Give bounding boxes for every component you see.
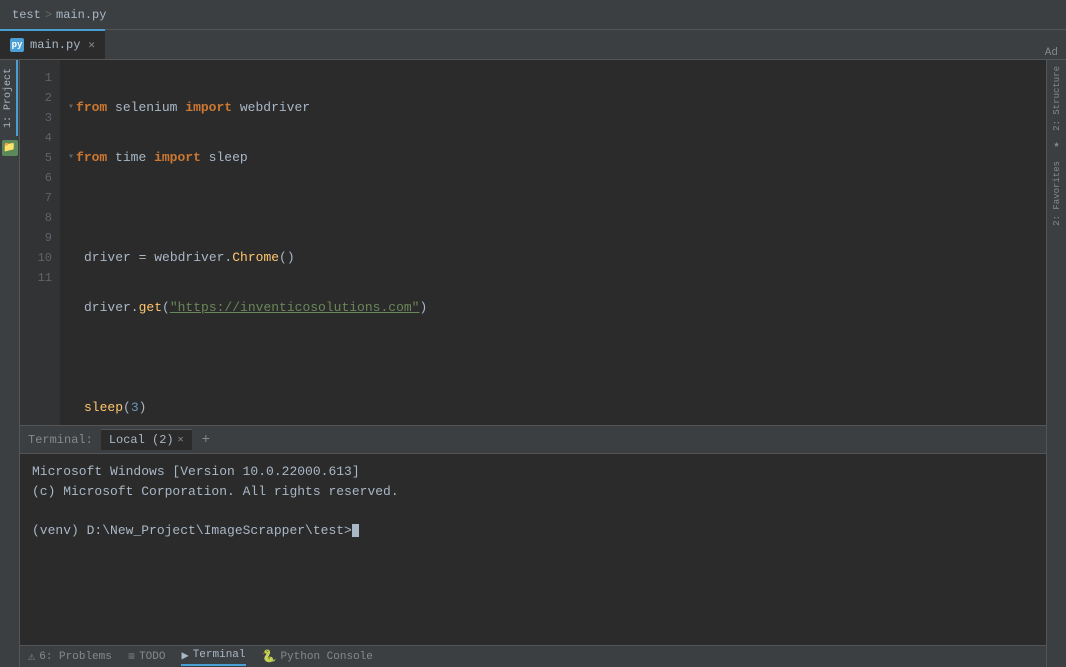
python-console-label: Python Console (280, 651, 372, 663)
code-editor[interactable]: 1 2 3 4 5 6 7 8 9 10 11 ▾from selenium i… (20, 60, 1046, 425)
terminal-cursor (352, 524, 359, 537)
code-line-7: sleep(3) (68, 398, 1046, 418)
status-bar: ⚠ 6: Problems ≡ TODO ▶ Terminal 🐍 Python… (20, 645, 1046, 667)
terminal-content[interactable]: Microsoft Windows [Version 10.0.22000.61… (20, 454, 1046, 645)
terminal-line-3 (32, 501, 1034, 521)
sidebar-item-project[interactable]: 1: Project (1, 60, 18, 136)
sidebar-left: 1: Project 📁 (0, 60, 20, 667)
problems-icon: ⚠ (28, 649, 35, 664)
file-tab-label: main.py (30, 38, 80, 52)
file-tab-main-py[interactable]: py main.py ✕ (0, 29, 105, 59)
python-console-tab[interactable]: 🐍 Python Console (262, 649, 373, 664)
breadcrumb-file: main.py (56, 8, 106, 22)
terminal-status-tab[interactable]: ▶ Terminal (181, 648, 245, 666)
sidebar-right: 2: Structure ★ 2: Favorites (1046, 60, 1066, 667)
terminal-tab-local[interactable]: Local (2) ✕ (101, 429, 192, 450)
terminal-line-2: (c) Microsoft Corporation. All rights re… (32, 482, 1034, 502)
code-line-2: ▾from time import sleep (68, 148, 1046, 168)
todo-tab[interactable]: ≡ TODO (128, 650, 166, 664)
problems-label: 6: Problems (39, 651, 112, 663)
terminal-tab-bar: Terminal: Local (2) ✕ + (20, 426, 1046, 454)
terminal-status-label: Terminal (193, 649, 246, 661)
terminal-prompt-text: (venv) D:\New_Project\ImageScrapper\test… (32, 523, 352, 538)
star-icon[interactable]: ★ (1050, 139, 1064, 153)
terminal-line-1: Microsoft Windows [Version 10.0.22000.61… (32, 462, 1034, 482)
code-line-4: driver = webdriver.Chrome() (68, 248, 1046, 268)
fold-icon-2[interactable]: ▾ (68, 148, 74, 168)
terminal-label: Terminal: (28, 433, 93, 447)
file-tab-bar: py main.py ✕ Ad (0, 30, 1066, 60)
breadcrumb: test > main.py (4, 8, 114, 22)
todo-icon: ≡ (128, 650, 135, 664)
tab-bar: test > main.py (0, 0, 1066, 30)
editor-container: 1 2 3 4 5 6 7 8 9 10 11 ▾from selenium i… (20, 60, 1046, 667)
terminal-prompt-line: (venv) D:\New_Project\ImageScrapper\test… (32, 521, 1034, 541)
close-tab-button[interactable]: ✕ (88, 38, 95, 52)
terminal-section: Terminal: Local (2) ✕ + Microsoft Window… (20, 425, 1046, 645)
main-area: 1: Project 📁 1 2 3 4 5 6 7 8 9 10 11 ▾fr… (0, 60, 1066, 667)
todo-label: TODO (139, 651, 165, 663)
add-terminal-tab-button[interactable]: + (196, 430, 216, 450)
terminal-tab-close[interactable]: ✕ (178, 434, 184, 446)
terminal-status-icon: ▶ (181, 648, 188, 663)
problems-tab[interactable]: ⚠ 6: Problems (28, 649, 112, 664)
code-line-1: ▾from selenium import webdriver (68, 98, 1046, 118)
code-line-5: driver.get("https://inventicosolutions.c… (68, 298, 1046, 318)
python-file-icon: py (10, 38, 24, 52)
code-line-3 (68, 198, 1046, 218)
python-console-icon: 🐍 (262, 649, 277, 664)
project-icon[interactable]: 📁 (2, 140, 18, 156)
code-line-6 (68, 348, 1046, 368)
breadcrumb-separator: > (45, 8, 52, 22)
sidebar-item-favorites[interactable]: 2: Favorites (1050, 155, 1064, 232)
sidebar-item-structure[interactable]: 2: Structure (1050, 60, 1064, 137)
code-content[interactable]: ▾from selenium import webdriver ▾from ti… (60, 60, 1046, 425)
terminal-tab-name: Local (2) (109, 433, 174, 447)
ad-button[interactable]: Ad (1037, 47, 1066, 59)
breadcrumb-project[interactable]: test (12, 8, 41, 22)
line-numbers: 1 2 3 4 5 6 7 8 9 10 11 (20, 60, 60, 425)
fold-icon-1[interactable]: ▾ (68, 98, 74, 118)
